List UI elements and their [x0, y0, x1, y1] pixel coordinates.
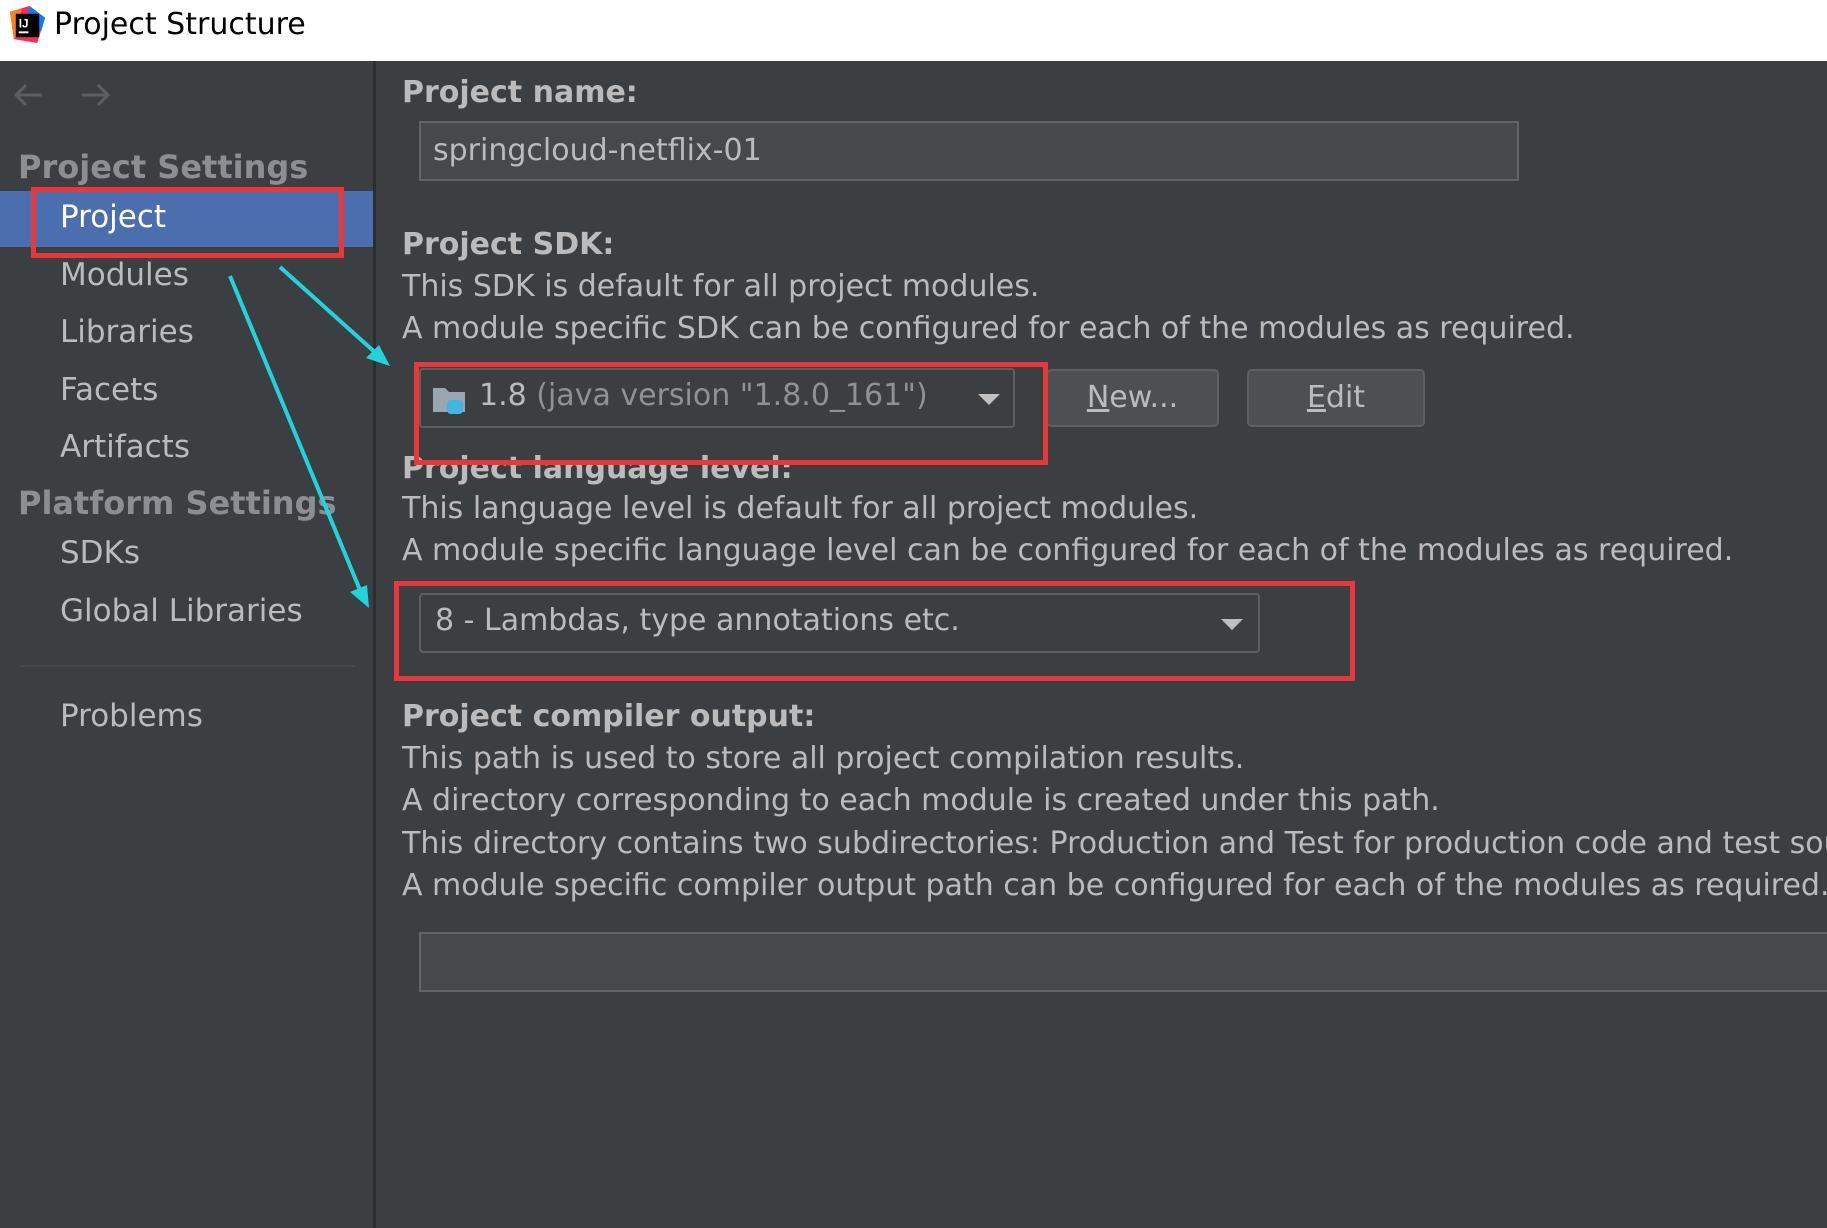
arrow-to-sdk: [278, 265, 380, 357]
arrow-to-language-level-head-icon: [350, 585, 369, 608]
annotation-arrows: [228, 265, 390, 608]
